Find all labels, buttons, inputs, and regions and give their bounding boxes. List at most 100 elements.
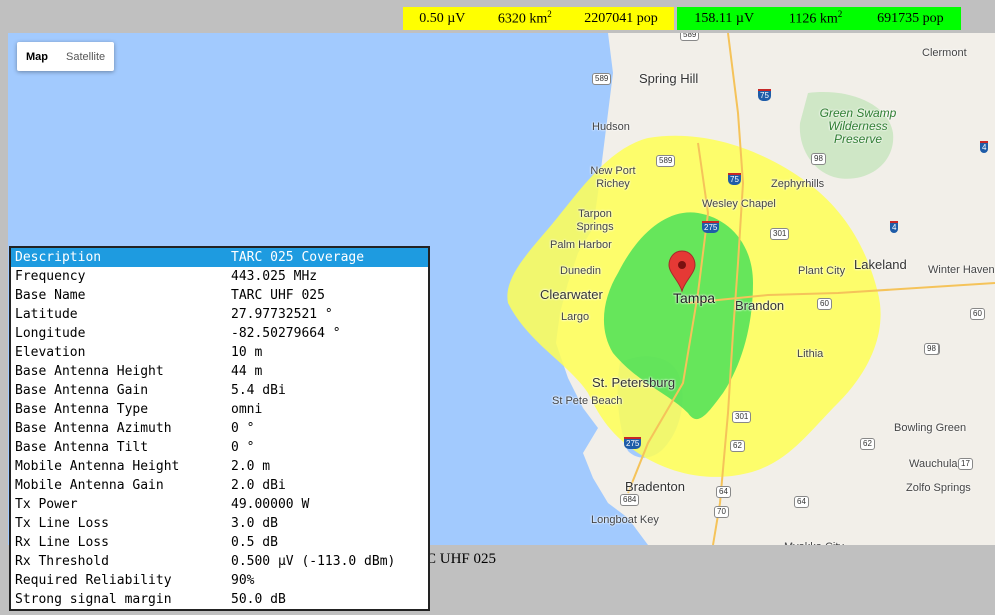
road-shield-icon: 589 [592, 73, 612, 85]
place-label: Tampa [673, 290, 716, 306]
road-shield-icon: 64 [794, 496, 809, 508]
parameters-header-key: Description [15, 250, 102, 265]
parameter-value: 0.500 µV (-113.0 dBm) [231, 554, 396, 569]
parameter-row: Mobile Antenna Gain 2.0 dBi [11, 476, 428, 495]
parameter-row: Longitude -82.50279664 ° [11, 324, 428, 343]
place-label: Tarpon Springs [576, 208, 614, 233]
road-shield-icon: 4 [890, 221, 899, 233]
road-shield-icon: 98 [811, 153, 826, 165]
road-shield-icon: 60 [817, 298, 832, 310]
map-type-satellite-button[interactable]: Satellite [57, 42, 114, 71]
parameter-key: Strong signal margin [15, 592, 172, 607]
place-label: Wauchula [909, 458, 958, 470]
parameter-row: Latitude 27.97732521 ° [11, 305, 428, 324]
place-label: Lakeland [854, 257, 907, 272]
road-shield-icon: 64 [716, 486, 731, 498]
place-label: St. Petersburg [592, 375, 676, 390]
parameter-key: Base Name [15, 288, 86, 303]
parameter-key: Latitude [15, 307, 78, 322]
place-label: Spring Hill [639, 71, 699, 86]
parameter-key: Required Reliability [15, 573, 172, 588]
parameter-value: 0.5 dB [231, 535, 278, 550]
parameters-header-value: TARC 025 Coverage [231, 250, 365, 265]
parameter-value: 44 m [231, 364, 263, 379]
parameter-row: Tx Power 49.00000 W [11, 495, 428, 514]
parameter-key: Mobile Antenna Height [15, 459, 180, 474]
legend-weak-area: 6320 km2 [497, 9, 552, 27]
coverage-parameters-panel: Description TARC 025 Coverage Frequency 4… [9, 246, 430, 611]
legend-weak-population: 2207041 pop [584, 10, 658, 26]
parameter-key: Frequency [15, 269, 86, 284]
parameter-row: Rx Line Loss 0.5 dB [11, 533, 428, 552]
parameter-row: Base Antenna Type omni [11, 400, 428, 419]
place-label: Longboat Key [591, 514, 659, 526]
place-label: Wesley Chapel [702, 198, 776, 210]
road-shield-icon: 62 [860, 438, 875, 450]
parameter-key: Elevation [15, 345, 86, 360]
parameter-row: Mobile Antenna Height 2.0 m [11, 457, 428, 476]
overflow-text: C UHF 025 [426, 551, 497, 567]
parameter-value: 27.97732521 ° [231, 307, 333, 322]
road-shield-icon: 98 [924, 343, 939, 355]
road-shield-icon: 684 [620, 494, 640, 506]
parameter-value: TARC UHF 025 [231, 288, 325, 303]
parameter-value: 90% [231, 573, 255, 588]
parameter-value: 3.0 dB [231, 516, 278, 531]
parameter-value: omni [231, 402, 263, 417]
parameter-key: Tx Power [15, 497, 78, 512]
parameter-key: Mobile Antenna Gain [15, 478, 164, 493]
road-shield-icon: 275 [624, 437, 642, 449]
road-shield-icon: 301 [732, 411, 752, 423]
legend-strong-area: 1126 km2 [788, 9, 843, 27]
place-label: Clearwater [540, 287, 603, 302]
road-shield-icon: 275 [702, 221, 720, 233]
road-shield-icon: 70 [714, 506, 729, 518]
parameter-value: 0 ° [231, 421, 255, 436]
parameter-key: Base Antenna Azimuth [15, 421, 172, 436]
parameter-value: 443.025 MHz [231, 269, 318, 284]
place-label: Green Swamp Wilderness Preserve [819, 106, 897, 146]
place-label: New Port Richey [590, 165, 636, 190]
place-label: Zephyrhills [771, 178, 825, 190]
place-label: Myakka City [784, 541, 844, 545]
parameter-row: Elevation 10 m [11, 343, 428, 362]
legend-strong-signal: 158.11 µV 1126 km2 691735 pop [677, 7, 961, 30]
road-shield-icon: 75 [758, 89, 771, 101]
place-label: Zolfo Springs [906, 482, 971, 494]
parameter-row: Tx Line Loss 3.0 dB [11, 514, 428, 533]
place-label: Lithia [797, 348, 824, 360]
parameter-key: Base Antenna Gain [15, 383, 149, 398]
place-label: St Pete Beach [552, 395, 623, 407]
parameter-row: Base Antenna Azimuth 0 ° [11, 419, 428, 438]
parameter-key: Base Antenna Tilt [15, 440, 149, 455]
road-shield-icon: 589 [680, 33, 700, 41]
road-shield-icon: 4 [980, 141, 989, 153]
parameter-row: Strong signal margin 50.0 dB [11, 590, 428, 609]
parameter-row: Required Reliability 90% [11, 571, 428, 590]
parameter-row: Rx Threshold 0.500 µV (-113.0 dBm) [11, 552, 428, 571]
place-label: Palm Harbor [550, 239, 612, 251]
place-label: Clermont [922, 47, 967, 59]
parameter-value: 10 m [231, 345, 263, 360]
parameter-value: 5.4 dBi [231, 383, 286, 398]
parameter-key: Base Antenna Type [15, 402, 149, 417]
parameter-key: Base Antenna Height [15, 364, 164, 379]
parameters-header-row: Description TARC 025 Coverage [11, 248, 428, 267]
parameter-row: Base Antenna Height 44 m [11, 362, 428, 381]
place-label: Bradenton [625, 479, 685, 494]
parameter-key: Longitude [15, 326, 86, 341]
legend-strong-signal-level: 158.11 µV [694, 10, 755, 26]
parameter-value: 50.0 dB [231, 592, 286, 607]
place-label: Hudson [592, 121, 630, 133]
road-shield-icon: 62 [730, 440, 745, 452]
parameter-row: Base Antenna Gain 5.4 dBi [11, 381, 428, 400]
parameter-row: Frequency 443.025 MHz [11, 267, 428, 286]
road-shield-icon: 301 [770, 228, 790, 240]
parameter-key: Tx Line Loss [15, 516, 109, 531]
road-shield-icon: 17 [958, 458, 973, 470]
road-shield-icon: 589 [656, 155, 676, 167]
parameter-value: 0 ° [231, 440, 255, 455]
map-type-map-button[interactable]: Map [17, 42, 57, 71]
place-label: Winter Haven [928, 264, 995, 276]
place-label: Plant City [798, 265, 846, 277]
